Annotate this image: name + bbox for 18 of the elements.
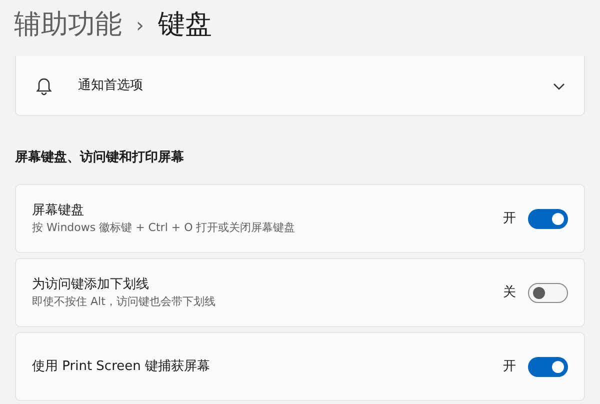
toggle-state-label: 开 [503, 210, 516, 228]
setting-description: 按 Windows 徽标键 + Ctrl + O 打开或关闭屏幕键盘 [32, 220, 296, 236]
section-heading: 屏幕键盘、访问键和打印屏幕 [15, 148, 185, 167]
notification-card[interactable]: 通知首选项 [15, 56, 585, 116]
bell-icon [34, 76, 54, 96]
toggle-state-label: 开 [503, 358, 516, 376]
breadcrumb-current: 键盘 [158, 8, 212, 42]
breadcrumb-separator: › [136, 12, 144, 39]
setting-title: 屏幕键盘 [32, 202, 85, 220]
toggle-switch[interactable] [528, 282, 568, 302]
notification-label: 通知首选项 [78, 76, 144, 95]
breadcrumb-parent[interactable]: 辅助功能 [14, 4, 122, 46]
toggle-switch[interactable] [528, 356, 568, 376]
setting-title: 为访问键添加下划线 [32, 276, 150, 294]
setting-title: 使用 Print Screen 键捕获屏幕 [32, 358, 211, 376]
toggle-state-label: 关 [503, 284, 516, 302]
toggle-switch[interactable] [528, 208, 568, 228]
setting-description: 即使不按住 Alt，访问键也会带下划线 [32, 294, 216, 310]
